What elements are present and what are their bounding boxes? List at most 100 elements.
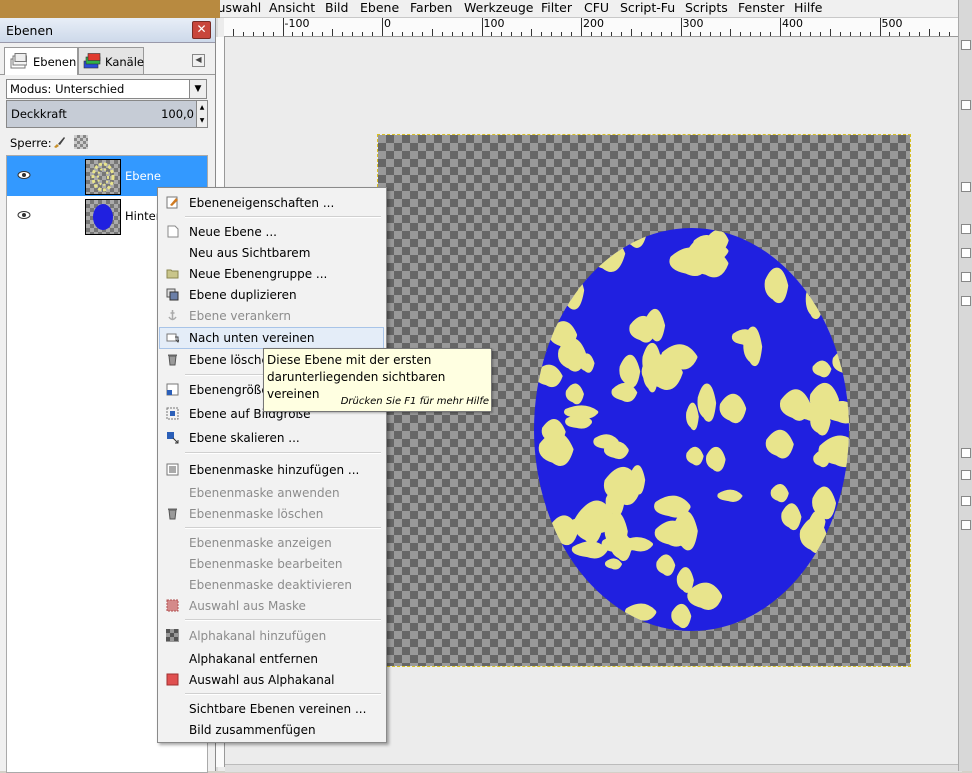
lock-pixels-icon[interactable] [52,135,66,149]
tab-layers[interactable]: Ebenen [4,47,78,75]
menu-ansicht[interactable]: Ansicht [269,0,315,15]
tab-menu-button[interactable]: ◀ [192,54,205,67]
ruler-label: 400 [782,18,803,30]
menu-item-ebenenmaske-bearbeiten: Ebenenmaske bearbeiten [160,554,383,574]
ruler-minor-tick [630,29,632,36]
dock-checkbox[interactable] [961,448,971,458]
dock-checkbox[interactable] [961,182,971,192]
menu-item-ebene-duplizieren[interactable]: Ebene duplizieren [160,285,383,305]
tab-channels[interactable]: Kanäle [78,47,144,74]
menu-farben[interactable]: Farben [410,0,452,15]
ruler-minor-tick [710,32,712,36]
ruler-minor-tick [620,32,622,36]
ruler-minor-tick [421,32,423,36]
close-button[interactable]: ✕ [192,21,211,39]
menu-item-sichtbare-ebenen-vereinen[interactable]: Sichtbare Ebenen vereinen ... [160,699,383,719]
pattern-blob [812,360,832,378]
ruler-minor-tick [730,29,732,36]
dock-checkbox[interactable] [961,272,971,282]
opacity-slider[interactable]: Deckkraft 100,0 [6,100,198,128]
ruler-minor-tick [819,32,821,36]
ruler-minor-tick [541,32,543,36]
lock-alpha-icon[interactable] [74,135,88,149]
ruler-minor-tick [342,32,344,36]
horizontal-ruler[interactable]: -200-1000100200300400500600700800 [224,18,962,37]
ruler-minor-tick [929,29,931,36]
pattern-blob [731,329,758,346]
dock-button[interactable] [961,100,971,110]
ruler-major-tick [879,18,881,36]
menu-item-bild-zusammenfügen[interactable]: Bild zusammenfügen [160,720,383,740]
ruler-minor-tick [362,32,364,36]
menu-bild[interactable]: Bild [325,0,348,15]
ruler-minor-tick [869,32,871,36]
pattern-blob [805,280,823,319]
dock-button[interactable] [961,40,971,50]
menu-cfu[interactable]: CFU [584,0,609,15]
eye-icon[interactable] [17,210,31,220]
ruler-major-tick [780,18,781,36]
dock-checkbox[interactable] [961,248,971,258]
dock-checkbox[interactable] [961,224,971,234]
menu-item-ebenenmaske-hinzufügen[interactable]: Ebenenmaske hinzufügen ... [160,460,383,480]
opacity-value: 100,0 [161,107,194,121]
duplicate-icon [166,288,179,301]
layer-size-icon [166,383,179,396]
ruler-minor-tick [919,32,921,36]
menu-scripts[interactable]: Scripts [685,0,728,15]
lock-label: Sperre: [10,136,52,150]
layer-name[interactable]: Ebene [125,169,161,183]
menu-separator [185,527,381,529]
layer-properties-icon [166,196,178,209]
menu-item-neue-ebene[interactable]: Neue Ebene ... [160,222,383,242]
ruler-minor-tick [610,32,612,36]
pattern-blob [832,349,849,375]
menu-item-ebene-skalieren[interactable]: Ebene skalieren ... [160,428,383,448]
menu-item-neu-aus-sichtbarem[interactable]: Neu aus Sichtbarem [160,243,383,263]
ruler-major-tick [481,18,483,36]
ruler-minor-tick [939,32,941,36]
ruler-minor-tick [322,32,324,36]
opacity-spinner[interactable]: ▲ ▼ [196,100,208,128]
ruler-minor-tick [660,32,662,36]
pattern-blob [565,414,593,429]
dock-field[interactable] [961,470,971,480]
menu-item-ebenenmaske-löschen: Ebenenmaske löschen [160,504,383,524]
menu-filter[interactable]: Filter [541,0,572,15]
ruler-minor-tick [501,32,503,36]
menu-item-auswahl-aus-alphakanal[interactable]: Auswahl aus Alphakanal [160,670,383,690]
dock-checkbox[interactable] [961,520,971,530]
pattern-blob [676,567,694,593]
trash-icon [168,354,177,366]
ruler-label: 0 [384,18,391,30]
menu-ebene[interactable]: Ebene [360,0,399,15]
ruler-minor-tick [491,32,493,36]
pattern-blob [686,402,699,431]
dropdown-arrow-icon[interactable]: ▼ [189,80,206,98]
ruler-minor-tick [312,32,314,36]
ruler-minor-tick [441,32,443,36]
mode-dropdown[interactable]: Modus: Unterschied ▼ [6,79,207,99]
menu-fenster[interactable]: Fenster [738,0,784,15]
dock-titlebar[interactable]: Ebenen ✕ [0,18,215,43]
menu-item-nach-unten-vereinen[interactable]: Nach unten vereinen [159,327,384,349]
dock-checkbox[interactable] [961,296,971,306]
menu-script-fu[interactable]: Script-Fu [620,0,675,15]
dock-tabs: Ebenen Kanäle ◀ [0,44,215,75]
layer-name[interactable]: Hinter [125,209,160,223]
ruler-minor-tick [352,32,354,36]
menu-item-ebeneneigenschaften[interactable]: Ebeneneigenschaften ... [160,193,383,213]
ruler-minor-tick [471,32,473,36]
menu-werkzeuge[interactable]: Werkzeuge [464,0,534,15]
eye-icon[interactable] [17,170,31,180]
pattern-blob [621,228,647,248]
menu-item-alphakanal-entfernen[interactable]: Alphakanal entfernen [160,649,383,669]
alpha-icon [166,629,179,642]
dock-checkbox[interactable] [961,496,971,506]
ruler-minor-tick [262,32,264,36]
menu-hilfe[interactable]: Hilfe [794,0,822,15]
layer-to-image-size-icon [166,407,179,420]
menu-item-neue-ebenengruppe[interactable]: Neue Ebenengruppe ... [160,264,383,284]
dock-title: Ebenen [6,23,54,38]
layers-icon [10,53,27,69]
